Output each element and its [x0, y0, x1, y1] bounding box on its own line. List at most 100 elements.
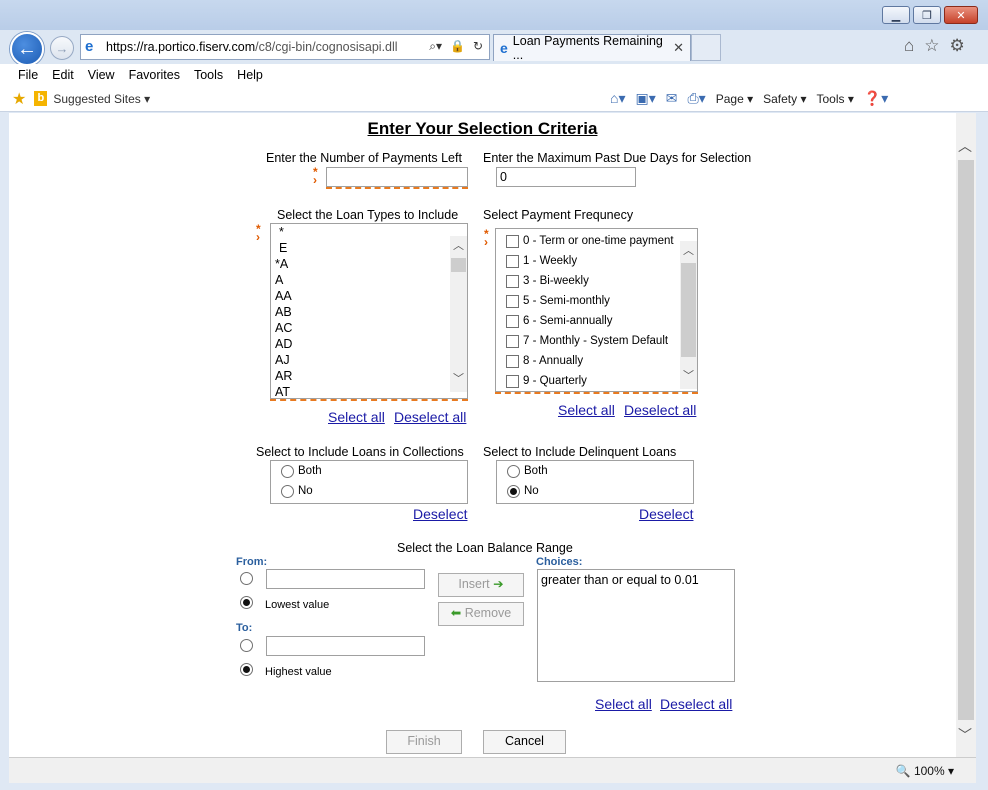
list-item[interactable]: *A	[271, 256, 467, 272]
payment-freq-option[interactable]: 8 - Annually	[496, 351, 697, 371]
tab-close-icon[interactable]: ✕	[673, 40, 684, 56]
cancel-button[interactable]: Cancel	[483, 730, 566, 754]
scrollbar-thumb[interactable]	[451, 258, 466, 272]
minimize-button[interactable]: ▁	[882, 6, 910, 24]
lock-icon[interactable]: 🔒	[450, 39, 465, 54]
payment-freq-option[interactable]: 9 - Quarterly	[496, 371, 697, 391]
list-item[interactable]: AR	[271, 368, 467, 384]
from-input[interactable]	[266, 569, 425, 589]
menu-view[interactable]: View	[88, 68, 115, 82]
choices-select-all[interactable]: Select all	[595, 696, 652, 712]
refresh-icon[interactable]: ↻	[473, 39, 483, 54]
scroll-up-icon[interactable]: ︿	[958, 136, 972, 156]
delinquent-option-no[interactable]: No	[497, 481, 693, 501]
loan-types-scrollbar[interactable]: ︿ ﹀	[450, 236, 467, 392]
list-item[interactable]: AJ	[271, 352, 467, 368]
max-past-due-input[interactable]	[496, 167, 636, 187]
payment-freq-select-all[interactable]: Select all	[558, 402, 615, 418]
finish-button[interactable]: Finish	[386, 730, 462, 754]
menu-file[interactable]: File	[18, 68, 38, 82]
chevron-down-icon[interactable]: ﹀	[680, 368, 697, 385]
radio[interactable]	[281, 464, 294, 478]
scroll-down-icon[interactable]: ﹀	[958, 725, 972, 745]
list-item[interactable]: AA	[271, 288, 467, 304]
payment-freq-option[interactable]: 7 - Monthly - System Default	[496, 331, 697, 351]
forward-arrow-icon[interactable]: →	[50, 36, 74, 60]
to-highest-radio[interactable]	[240, 663, 253, 676]
add-favorites-star-icon[interactable]: ★	[12, 89, 26, 109]
list-item[interactable]: A	[271, 272, 467, 288]
remove-button[interactable]: ⬅ Remove	[438, 602, 524, 626]
loan-types-deselect-all[interactable]: Deselect all	[394, 409, 466, 425]
payment-freq-option[interactable]: 1 - Weekly	[496, 251, 697, 271]
payment-freq-option[interactable]: 6 - Semi-annually	[496, 311, 697, 331]
zoom-control[interactable]: 🔍 100% ▾	[896, 764, 954, 778]
collections-option-no[interactable]: No	[271, 481, 467, 501]
chevron-up-icon[interactable]: ︿	[680, 243, 697, 260]
tools-menu[interactable]: Tools ▾	[817, 92, 854, 106]
list-item[interactable]: *	[271, 224, 467, 240]
collections-deselect[interactable]: Deselect	[413, 506, 467, 522]
chevron-down-icon[interactable]: ﹀	[450, 371, 467, 388]
delinquent-option-both[interactable]: Both	[497, 461, 693, 481]
collections-option-both[interactable]: Both	[271, 461, 467, 481]
home-icon[interactable]: ⌂	[904, 36, 914, 56]
list-item[interactable]: greater than or equal to 0.01	[538, 570, 734, 590]
payment-freq-option[interactable]: 0 - Term or one-time payment	[496, 231, 697, 251]
list-item[interactable]: AC	[271, 320, 467, 336]
checkbox[interactable]	[506, 314, 519, 328]
feeds-icon[interactable]: ▣▾	[635, 90, 655, 107]
delinquent-deselect[interactable]: Deselect	[639, 506, 693, 522]
back-arrow-icon[interactable]: ←	[10, 32, 44, 66]
checkbox[interactable]	[506, 294, 519, 308]
menu-edit[interactable]: Edit	[52, 68, 74, 82]
help-icon[interactable]: ❓▾	[864, 90, 888, 107]
menu-favorites[interactable]: Favorites	[129, 68, 180, 82]
chevron-up-icon[interactable]: ︿	[450, 238, 467, 255]
payment-freq-deselect-all[interactable]: Deselect all	[624, 402, 696, 418]
new-tab-button[interactable]	[691, 34, 721, 61]
list-item[interactable]: E	[271, 240, 467, 256]
search-icon[interactable]: ⌕▾	[429, 39, 442, 54]
checkbox[interactable]	[506, 334, 519, 348]
from-custom-radio[interactable]	[240, 572, 253, 585]
radio-selected[interactable]	[507, 484, 520, 498]
print-icon[interactable]: ⎙▾	[687, 90, 705, 107]
safety-menu[interactable]: Safety ▾	[763, 92, 806, 106]
payment-freq-scrollbar[interactable]: ︿ ﹀	[680, 241, 697, 389]
checkbox[interactable]	[506, 374, 519, 388]
payment-freq-option[interactable]: 5 - Semi-monthly	[496, 291, 697, 311]
insert-button[interactable]: Insert ➔	[438, 573, 524, 597]
address-bar[interactable]: e https://ra.portico.fiserv.com/c8/cgi-b…	[80, 34, 490, 60]
mail-icon[interactable]: ✉	[666, 90, 678, 107]
checkbox[interactable]	[506, 254, 519, 268]
loan-types-select-all[interactable]: Select all	[328, 409, 385, 425]
radio[interactable]	[281, 484, 294, 498]
checkbox[interactable]	[506, 354, 519, 368]
choices-deselect-all[interactable]: Deselect all	[660, 696, 732, 712]
radio[interactable]	[507, 464, 520, 478]
favorites-star-icon[interactable]: ☆	[924, 36, 939, 56]
list-item[interactable]: AT	[271, 384, 467, 398]
loan-types-listbox[interactable]: * E *A A AA AB AC AD AJ AR AT ︿ ﹀	[270, 223, 468, 399]
gear-icon[interactable]: ⚙	[950, 36, 965, 56]
list-item[interactable]: AB	[271, 304, 467, 320]
payments-left-input[interactable]	[326, 167, 468, 187]
choices-listbox[interactable]: greater than or equal to 0.01	[537, 569, 735, 682]
maximize-button[interactable]: ❐	[913, 6, 941, 24]
checkbox[interactable]	[506, 274, 519, 288]
close-button[interactable]: ✕	[944, 6, 978, 24]
page-menu[interactable]: Page ▾	[716, 92, 753, 106]
page-scrollbar-thumb[interactable]	[958, 160, 974, 720]
menu-tools[interactable]: Tools	[194, 68, 223, 82]
from-lowest-radio[interactable]	[240, 596, 253, 609]
scrollbar-thumb[interactable]	[681, 263, 696, 357]
suggested-sites[interactable]: Suggested Sites ▾	[53, 92, 150, 106]
to-custom-radio[interactable]	[240, 639, 253, 652]
home-icon[interactable]: ⌂▾	[610, 90, 625, 107]
browser-tab[interactable]: e Loan Payments Remaining ... ✕	[493, 34, 691, 62]
payment-freq-option[interactable]: 3 - Bi-weekly	[496, 271, 697, 291]
list-item[interactable]: AD	[271, 336, 467, 352]
checkbox[interactable]	[506, 234, 519, 248]
menu-help[interactable]: Help	[237, 68, 263, 82]
